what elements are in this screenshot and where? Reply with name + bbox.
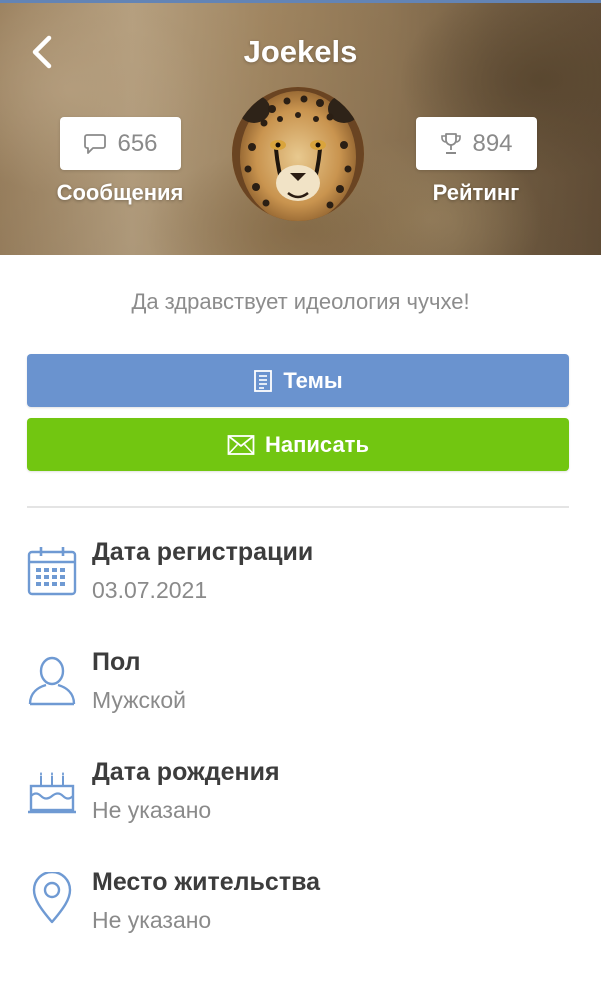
- messages-label: Сообщения: [56, 180, 184, 205]
- cake-icon: [28, 772, 76, 814]
- page-title: Joekels: [243, 34, 358, 69]
- avatar[interactable]: [232, 87, 364, 221]
- info-item-location: Место жительства Не указано: [27, 868, 572, 948]
- write-message-button-label: Написать: [265, 431, 369, 457]
- rating-count: 894: [472, 129, 513, 157]
- info-item-birthday: Дата рождения Не указано: [27, 758, 572, 838]
- user-icon: [28, 656, 76, 706]
- topics-button-label: Темы: [283, 367, 343, 393]
- rating-label: Рейтинг: [432, 180, 520, 205]
- messages-count: 656: [117, 129, 158, 157]
- info-title: Дата регистрации: [92, 538, 314, 566]
- info-value: Мужской: [92, 687, 187, 713]
- envelope-icon: [227, 434, 255, 455]
- messages-count-button[interactable]: 656: [60, 117, 181, 170]
- info-title: Дата рождения: [92, 758, 280, 786]
- info-title: Место жительства: [92, 868, 321, 896]
- info-item-gender: Пол Мужской: [27, 648, 572, 728]
- rating-count-button[interactable]: 894: [416, 117, 537, 170]
- document-list-icon: [254, 369, 273, 392]
- info-value: Не указано: [92, 907, 212, 933]
- write-message-button[interactable]: Написать: [27, 418, 569, 471]
- profile-status-text: Да здравствует идеология чучхе!: [131, 289, 470, 314]
- topics-button[interactable]: Темы: [27, 354, 569, 407]
- section-divider: [27, 506, 569, 508]
- profile-header: Joekels 656 Сообщения 894 Рейтинг: [0, 0, 601, 255]
- info-value: Не указано: [92, 797, 212, 823]
- cheetah-avatar-image: [232, 87, 364, 221]
- calendar-icon: [27, 547, 77, 596]
- info-item-registration-date: Дата регистрации 03.07.2021: [27, 538, 572, 618]
- location-pin-icon: [32, 872, 72, 924]
- trophy-icon: [441, 132, 462, 154]
- info-title: Пол: [92, 648, 141, 676]
- chat-bubble-icon: [84, 133, 107, 154]
- info-value: 03.07.2021: [92, 577, 208, 603]
